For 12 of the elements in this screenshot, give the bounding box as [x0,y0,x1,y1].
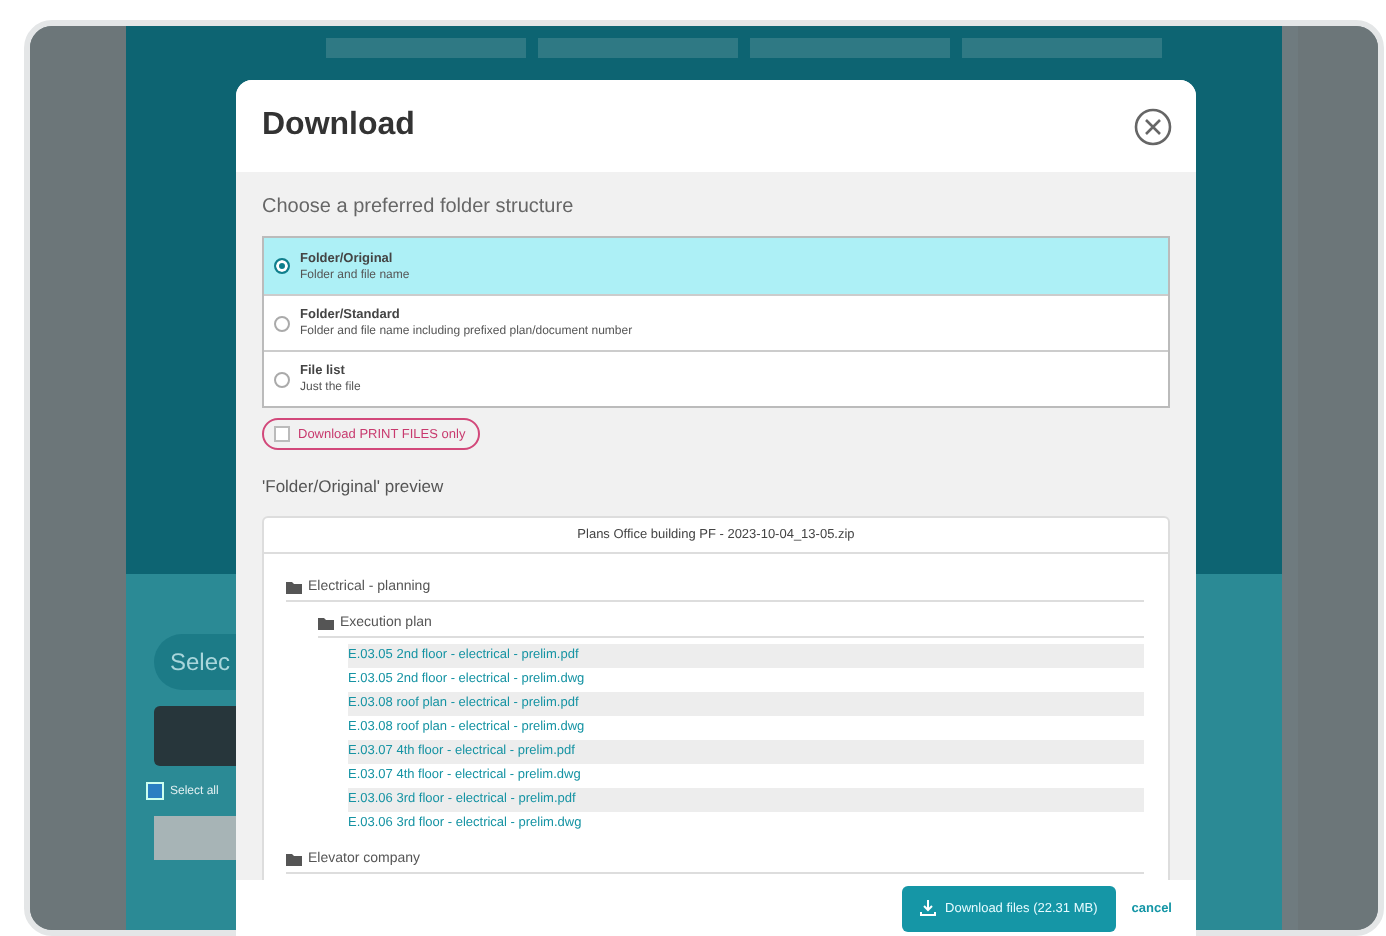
folder-icon [286,581,302,593]
download-icon [919,900,936,916]
folder-icon [318,617,334,629]
close-icon[interactable] [1134,107,1172,145]
dialog-title: Download [262,108,415,144]
checkbox[interactable] [146,782,164,800]
preview-title: 'Folder/Original' preview [262,476,446,496]
radio-button[interactable] [274,258,290,274]
radio-button[interactable] [274,315,290,331]
folder-icon [286,853,302,865]
radio-button[interactable] [274,371,290,387]
prompt-text: Choose a preferred folder structure [262,196,576,218]
